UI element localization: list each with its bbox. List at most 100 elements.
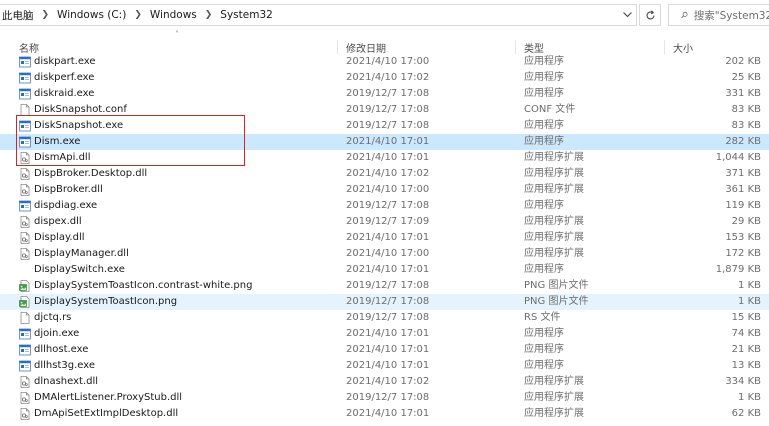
file-size: 25 KB	[731, 72, 761, 83]
file-type: 应用程序扩展	[524, 408, 584, 419]
file-row[interactable]: djoin.exe 2021/4/10 17:01 应用程序 74 KB	[0, 326, 769, 342]
file-size: 1 KB	[738, 392, 761, 403]
file-size: 15 KB	[731, 312, 761, 323]
breadcrumb-this-pc[interactable]: 此电脑	[0, 8, 36, 23]
file-row[interactable]: DisplaySwitch.exe 2021/4/10 17:01 应用程序 1,87…	[0, 262, 769, 278]
file-name: DmApiSetExtImplDesktop.dll	[34, 408, 179, 419]
column-divider[interactable]	[664, 40, 665, 54]
file-name: diskperf.exe	[34, 72, 95, 83]
dll-file-icon	[19, 408, 31, 420]
generic-file-icon	[19, 312, 31, 324]
file-type: 应用程序	[524, 360, 564, 371]
breadcrumb-windows[interactable]: Windows	[148, 9, 199, 21]
file-date: 2021/4/10 17:01	[346, 408, 430, 419]
file-date: 2021/4/10 17:01	[346, 136, 430, 147]
file-row[interactable]: DismApi.dll 2021/4/10 17:01 应用程序扩展 1,044 KB	[0, 150, 769, 166]
file-date: 2019/12/7 17:08	[346, 296, 430, 307]
file-type: 应用程序	[524, 136, 564, 147]
file-row[interactable]: DiskSnapshot.conf 2019/12/7 17:08 CONF 文件 8…	[0, 102, 769, 118]
file-type: 应用程序	[524, 88, 564, 99]
file-row[interactable]: dlnashext.dll 2021/4/10 17:02 应用程序扩展 334 KB	[0, 374, 769, 390]
file-name: DisplaySwitch.exe	[34, 264, 125, 275]
file-row[interactable]: DisplaySystemToastIcon.contrast-white.pn…	[0, 278, 769, 294]
file-row[interactable]: DisplaySystemToastIcon.png 2019/12/7 17:0…	[0, 294, 769, 310]
file-name: dllhst3g.exe	[34, 360, 96, 371]
column-header-date[interactable]: 修改日期	[346, 40, 386, 55]
search-input[interactable]: 搜索"System32"	[668, 4, 769, 26]
file-type: 应用程序扩展	[524, 184, 584, 195]
column-header-type[interactable]: 类型	[524, 40, 544, 55]
breadcrumb-drive-c[interactable]: Windows (C:)	[55, 9, 128, 21]
file-row[interactable]: Display.dll 2021/4/10 17:01 应用程序扩展 153 KB	[0, 230, 769, 246]
file-date: 2019/12/7 17:08	[346, 280, 430, 291]
file-row[interactable]: diskperf.exe 2021/4/10 17:02 应用程序 25 KB	[0, 70, 769, 86]
file-row[interactable]: Dism.exe 2021/4/10 17:01 应用程序 282 KB	[0, 134, 769, 150]
file-type: 应用程序扩展	[524, 248, 584, 259]
file-type: PNG 图片文件	[524, 280, 589, 291]
file-row[interactable]: diskraid.exe 2019/12/7 17:08 应用程序 331 KB	[0, 86, 769, 102]
file-date: 2019/12/7 17:09	[346, 216, 430, 227]
column-divider[interactable]	[337, 40, 338, 54]
generic-file-icon	[19, 104, 31, 116]
file-type: 应用程序	[524, 344, 564, 355]
file-date: 2021/4/10 17:01	[346, 360, 430, 371]
dll-file-icon	[19, 184, 31, 196]
file-name: DiskSnapshot.exe	[34, 120, 124, 131]
file-date: 2021/4/10 17:02	[346, 168, 430, 179]
file-type: 应用程序	[524, 264, 564, 275]
file-date: 2021/4/10 17:01	[346, 328, 430, 339]
chevron-right-icon[interactable]: ❯	[36, 10, 56, 20]
file-name: dllhost.exe	[34, 344, 89, 355]
file-row[interactable]: DmApiSetExtImplDesktop.dll 2021/4/10 17:0…	[0, 406, 769, 422]
file-size: 334 KB	[725, 376, 761, 387]
address-dropdown-button[interactable]	[617, 4, 637, 26]
file-row[interactable]: DispBroker.Desktop.dll 2021/4/10 17:02 应用程…	[0, 166, 769, 182]
file-name: dispdiag.exe	[34, 200, 98, 211]
column-divider[interactable]	[515, 40, 516, 54]
dll-file-icon	[19, 232, 31, 244]
refresh-button[interactable]	[639, 4, 661, 26]
file-size: 83 KB	[731, 120, 761, 131]
file-row[interactable]: dllhst3g.exe 2021/4/10 17:01 应用程序 13 KB	[0, 358, 769, 374]
file-date: 2019/12/7 17:08	[346, 104, 430, 115]
file-size: 83 KB	[731, 104, 761, 115]
file-date: 2019/12/7 17:08	[346, 120, 430, 131]
file-name: Display.dll	[34, 232, 85, 243]
file-size: 29 KB	[731, 216, 761, 227]
application-icon	[19, 200, 31, 212]
file-row[interactable]: dispex.dll 2019/12/7 17:09 应用程序扩展 29 KB	[0, 214, 769, 230]
column-header-size[interactable]: 大小	[673, 40, 693, 55]
file-name: DiskSnapshot.conf	[34, 104, 127, 115]
file-type: 应用程序	[524, 56, 564, 67]
file-date: 2021/4/10 17:00	[346, 184, 430, 195]
file-row[interactable]: dispdiag.exe 2019/12/7 17:08 应用程序 119 KB	[0, 198, 769, 214]
search-placeholder: 搜索"System32"	[693, 9, 769, 22]
file-row[interactable]: diskpart.exe 2021/4/10 17:00 应用程序 202 KB	[0, 54, 769, 70]
file-date: 2021/4/10 17:01	[346, 152, 430, 163]
breadcrumb-system32[interactable]: System32	[218, 9, 275, 21]
file-name: djoin.exe	[34, 328, 80, 339]
file-row[interactable]: DisplayManager.dll 2021/4/10 17:00 应用程序扩展 1…	[0, 246, 769, 262]
file-row[interactable]: dllhost.exe 2021/4/10 17:01 应用程序 21 KB	[0, 342, 769, 358]
file-name: DisplaySystemToastIcon.png	[34, 296, 178, 307]
address-bar[interactable]: 此电脑 ❯ Windows (C:) ❯ Windows ❯ System32	[0, 4, 637, 26]
application-icon	[19, 344, 31, 356]
file-row[interactable]: DispBroker.dll 2021/4/10 17:00 应用程序扩展 361 K…	[0, 182, 769, 198]
file-name: DismApi.dll	[34, 152, 91, 163]
application-icon	[19, 56, 31, 68]
application-icon	[19, 72, 31, 84]
file-row[interactable]: DiskSnapshot.exe 2019/12/7 17:08 应用程序 83 KB	[0, 118, 769, 134]
chevron-right-icon[interactable]: ❯	[199, 10, 219, 20]
file-date: 2019/12/7 17:08	[346, 312, 430, 323]
chevron-down-icon	[622, 12, 632, 18]
file-type: 应用程序扩展	[524, 392, 584, 403]
file-name: DisplayManager.dll	[34, 248, 129, 259]
file-row[interactable]: DMAlertListener.ProxyStub.dll 2019/12/7 1…	[0, 390, 769, 406]
chevron-right-icon[interactable]: ❯	[128, 10, 148, 20]
column-header-name[interactable]: 名称	[19, 40, 39, 55]
file-size: 172 KB	[725, 248, 761, 259]
file-row[interactable]: djctq.rs 2019/12/7 17:08 RS 文件 15 KB	[0, 310, 769, 326]
application-icon	[19, 360, 31, 372]
file-date: 2021/4/10 17:01	[346, 344, 430, 355]
file-size: 282 KB	[725, 136, 761, 147]
